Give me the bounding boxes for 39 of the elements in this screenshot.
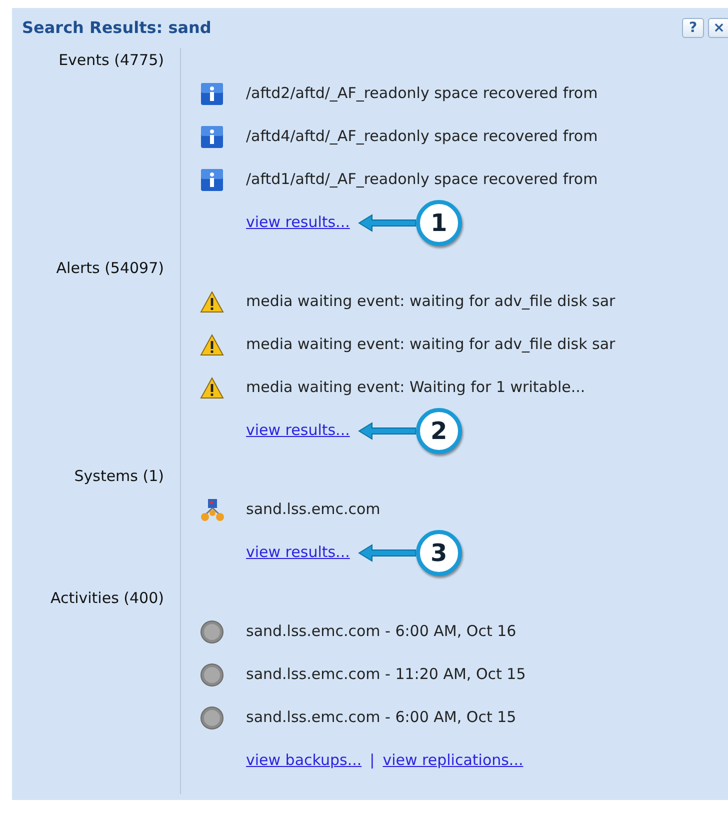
- view-link[interactable]: view results...: [246, 211, 350, 234]
- result-text: /aftd1/aftd/_AF_readonly space recovered from: [246, 169, 598, 190]
- callout-number: 2: [416, 408, 462, 454]
- info-icon: [199, 82, 225, 106]
- warning-icon: [199, 332, 225, 356]
- info-icon: [199, 168, 225, 192]
- window-title: Search Results: sand: [22, 18, 212, 37]
- view-link[interactable]: view results...: [246, 541, 350, 564]
- result-text: sand.lss.emc.com: [246, 499, 380, 520]
- callout-number: 3: [416, 530, 462, 576]
- network-icon: [199, 498, 225, 522]
- result-text: sand.lss.emc.com - 11:20 AM, Oct 15: [246, 664, 526, 686]
- status-dot-icon: [199, 706, 225, 730]
- section-label: Events (4775): [58, 51, 164, 69]
- section-label: Alerts (54097): [56, 259, 164, 277]
- link-separator: |: [370, 750, 375, 772]
- callout-arrow: [358, 212, 416, 232]
- result-text: media waiting event: Waiting for 1 writable...: [246, 377, 586, 398]
- warning-icon: [199, 290, 225, 314]
- close-button[interactable]: ×: [708, 18, 728, 38]
- section-label: Systems (1): [74, 467, 164, 485]
- view-link[interactable]: view backups...: [246, 749, 362, 772]
- result-text: sand.lss.emc.com - 6:00 AM, Oct 16: [246, 621, 516, 642]
- result-text: /aftd4/aftd/_AF_readonly space recovered from: [246, 126, 598, 148]
- callout-arrow: [358, 542, 416, 562]
- result-text: media waiting event: waiting for adv_file disk sar: [246, 291, 616, 312]
- help-button[interactable]: ?: [682, 18, 704, 38]
- status-dot-icon: [199, 662, 225, 686]
- view-link[interactable]: view results...: [246, 419, 350, 442]
- info-icon: [199, 124, 225, 148]
- callout-arrow: [358, 420, 416, 440]
- warning-icon: [199, 376, 225, 400]
- result-text: sand.lss.emc.com - 6:00 AM, Oct 15: [246, 707, 516, 728]
- status-dot-icon: [199, 620, 225, 644]
- view-link[interactable]: view replications...: [382, 749, 524, 772]
- callout-number: 1: [416, 200, 462, 246]
- section-label: Activities (400): [50, 589, 164, 607]
- result-text: /aftd2/aftd/_AF_readonly space recovered from: [246, 83, 598, 104]
- result-text: media waiting event: waiting for adv_file disk sar: [246, 334, 616, 356]
